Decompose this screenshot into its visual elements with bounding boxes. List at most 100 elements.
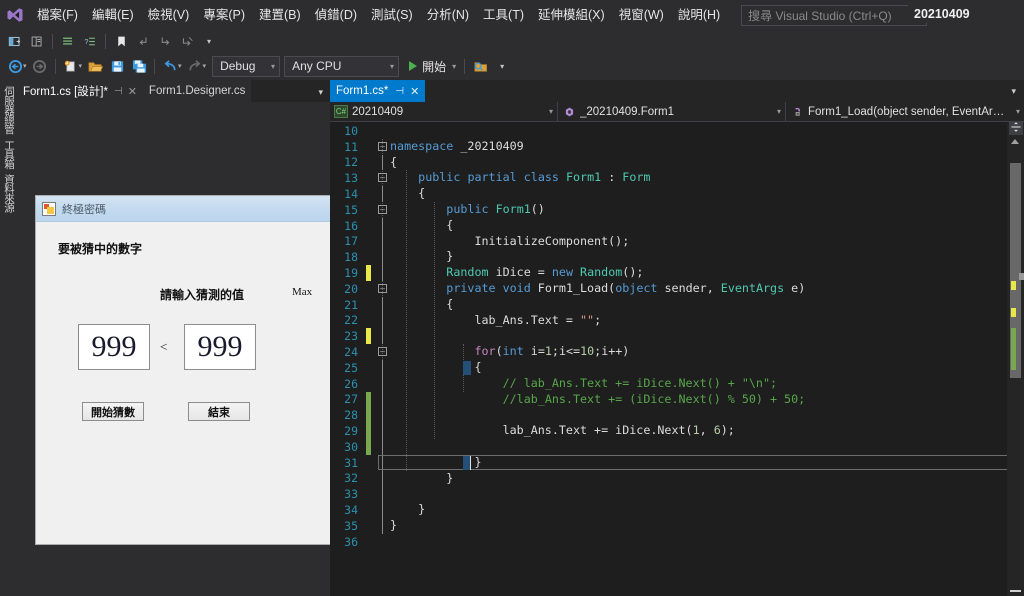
code-line[interactable]: 21 { [330, 296, 1024, 313]
outlining-margin[interactable] [376, 154, 390, 171]
properties-window-icon[interactable] [58, 31, 78, 51]
outlining-margin[interactable] [376, 470, 390, 487]
outlining-margin[interactable]: – [376, 344, 390, 360]
tab-form1-cs[interactable]: Form1.cs* ⊣ ✕ [330, 80, 426, 102]
outlining-margin[interactable] [376, 186, 390, 202]
outlining-margin[interactable] [376, 217, 390, 234]
code-line[interactable]: 32 } [330, 470, 1024, 487]
code-line[interactable]: 30 [330, 438, 1024, 455]
outlining-margin[interactable] [376, 233, 390, 250]
clear-bookmarks-icon[interactable] [177, 31, 197, 51]
outlining-margin[interactable] [376, 328, 390, 345]
tab-form1-designer[interactable]: Form1.cs [設計]* ⊣ ✕ [17, 80, 143, 102]
designer-tab-overflow-icon[interactable]: ▾ [318, 87, 330, 102]
outlining-margin[interactable]: – [376, 202, 390, 218]
new-project-caret-icon[interactable]: ▾ [79, 62, 83, 70]
toggle-solution-explorer-icon[interactable] [5, 31, 25, 51]
code-line[interactable]: 28 [330, 407, 1024, 424]
start-debugging-button[interactable]: 開始 ▾ [405, 55, 460, 77]
scroll-up-arrow-icon[interactable] [1011, 139, 1019, 144]
open-file-icon[interactable] [85, 56, 105, 76]
tab-form1-designer-cs[interactable]: Form1.Designer.cs [142, 80, 252, 102]
textbox-max[interactable]: 999 [184, 324, 256, 370]
navbar-project-combo[interactable]: C# 20210409 ▾ [330, 101, 558, 122]
code-line[interactable]: 27 //lab_Ans.Text += (iDice.Next() % 50)… [330, 391, 1024, 408]
menu-item-test[interactable]: 測試(S) [364, 0, 420, 30]
button-start-guess[interactable]: 開始猜數 [82, 402, 144, 421]
outlining-margin[interactable] [376, 249, 390, 266]
outlining-margin[interactable] [376, 312, 390, 329]
outlining-margin[interactable] [376, 486, 390, 503]
sidebar-tab-server-explorer[interactable]: 伺服器總管 [2, 86, 17, 134]
new-project-icon[interactable] [61, 56, 81, 76]
code-line[interactable]: 19 Random iDice = new Random(); [330, 265, 1024, 281]
outlining-margin[interactable] [376, 407, 390, 424]
menu-item-help[interactable]: 說明(H) [671, 0, 727, 30]
code-line[interactable]: 35} [330, 517, 1024, 534]
solution-configuration-combo[interactable]: Debug ▾ [212, 55, 281, 77]
code-line[interactable]: 12 { [330, 154, 1024, 171]
code-line[interactable]: 20 – private void Form1_Load(object sende… [330, 281, 1024, 297]
show-all-files-icon[interactable] [27, 31, 47, 51]
undo-caret-icon[interactable]: ▾ [178, 62, 182, 70]
close-icon[interactable]: ✕ [128, 85, 137, 98]
code-line[interactable]: 36 [330, 534, 1024, 550]
code-line[interactable]: 10 [330, 123, 1024, 139]
menu-item-project[interactable]: 專案(P) [196, 0, 252, 30]
code-line[interactable]: 26 // lab_Ans.Text += iDice.Next() + "\n… [330, 375, 1024, 392]
next-bookmark-icon[interactable] [155, 31, 175, 51]
quick-launch-search[interactable]: 搜尋 Visual Studio (Ctrl+Q) [741, 4, 928, 26]
pin-icon[interactable]: ⊣ [395, 86, 404, 97]
outlining-margin[interactable] [376, 534, 390, 550]
toolbar-overflow-icon[interactable]: ▾ [199, 31, 219, 51]
undo-icon[interactable] [160, 56, 180, 76]
navbar-type-combo[interactable]: _20210409.Form1 ▾ [558, 101, 786, 122]
menu-item-edit[interactable]: 編輯(E) [85, 0, 141, 30]
pin-icon[interactable]: ⊣ [114, 86, 123, 97]
windows-form-preview[interactable]: 終極密碼 要被猜中的數字 請輸入猜測的值 Max 999 < 999 開始猜數 … [35, 195, 347, 545]
menu-item-build[interactable]: 建置(B) [252, 0, 308, 30]
menu-item-file[interactable]: 檔案(F) [30, 0, 85, 30]
navigate-backward-caret-icon[interactable]: ▾ [23, 62, 27, 70]
outlining-margin[interactable] [376, 265, 390, 281]
outlining-margin[interactable] [376, 359, 390, 376]
redo-icon[interactable] [185, 56, 205, 76]
previous-bookmark-icon[interactable] [133, 31, 153, 51]
code-line[interactable]: 11 – namespace _20210409 [330, 139, 1024, 155]
object-browser-icon[interactable]: ? [80, 31, 100, 51]
code-line[interactable]: 13 – public partial class Form1 : Form [330, 170, 1024, 186]
navigate-forward-icon[interactable] [30, 56, 50, 76]
menu-item-analyze[interactable]: 分析(N) [420, 0, 476, 30]
save-icon[interactable] [107, 56, 127, 76]
code-text-area[interactable]: 10 11– namespace _20210409 12{13– public pa… [330, 123, 1024, 596]
menu-item-view[interactable]: 檢視(V) [141, 0, 197, 30]
sidebar-tab-toolbox[interactable]: 工具箱 [2, 140, 17, 169]
outlining-margin[interactable] [376, 391, 390, 408]
solution-platform-combo[interactable]: Any CPU ▾ [284, 55, 400, 77]
outlining-margin[interactable] [376, 502, 390, 518]
menu-item-debug[interactable]: 偵錯(D) [308, 0, 364, 30]
textbox-min[interactable]: 999 [78, 324, 150, 370]
code-line[interactable]: 14 { [330, 186, 1024, 202]
save-all-icon[interactable] [129, 56, 149, 76]
outlining-margin[interactable] [376, 423, 390, 439]
navbar-member-combo[interactable]: Form1_Load(object sender, EventArgs e ▾ [786, 102, 1024, 122]
code-line[interactable]: 17 InitializeComponent(); [330, 233, 1024, 250]
sidebar-tab-data-sources[interactable]: 資料來源 [2, 174, 17, 212]
outlining-margin[interactable] [376, 517, 390, 534]
outlining-margin[interactable] [376, 123, 390, 139]
code-line[interactable]: 34 } [330, 502, 1024, 518]
toolbar-overflow-icon[interactable]: ▾ [492, 56, 512, 76]
code-line[interactable]: 18 } [330, 249, 1024, 266]
menu-item-tools[interactable]: 工具(T) [476, 0, 531, 30]
split-view-icon[interactable] [1009, 121, 1023, 135]
menu-item-window[interactable]: 視窗(W) [612, 0, 671, 30]
outlining-margin[interactable]: – [376, 170, 390, 186]
outlining-margin[interactable] [376, 375, 390, 392]
button-end[interactable]: 結束 [188, 402, 250, 421]
code-line[interactable]: 15 – public Form1() [330, 202, 1024, 218]
redo-caret-icon[interactable]: ▾ [203, 62, 207, 70]
bookmark-icon[interactable] [111, 31, 131, 51]
close-icon[interactable]: ✕ [410, 85, 419, 98]
editor-tab-overflow-icon[interactable]: ▾ [1011, 86, 1024, 97]
